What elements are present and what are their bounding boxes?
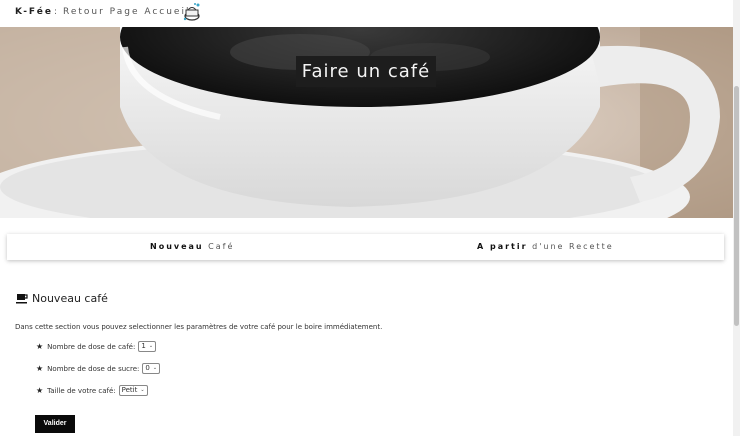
brand-name[interactable]: K-Fée (15, 7, 53, 17)
coffee-machine-logo-icon[interactable] (181, 1, 203, 23)
tab-new-bold: Nouveau (150, 242, 204, 251)
dose-sucre-select[interactable]: 0 ⌄ (142, 363, 161, 374)
validate-button[interactable]: Valider (35, 415, 75, 433)
field-label: Taille de votre café: (47, 386, 116, 395)
dose-cafe-select[interactable]: 1 ⌄ (138, 341, 157, 352)
tab-new-coffee[interactable]: Nouveau Café (150, 242, 234, 251)
star-icon: ★ (36, 342, 44, 351)
hero-banner: Faire un café (0, 27, 733, 218)
select-value: 1 (141, 342, 146, 350)
star-icon: ★ (36, 386, 44, 395)
hero-title: Faire un café (296, 56, 436, 87)
taille-select[interactable]: Petit ⌄ (118, 385, 148, 396)
top-navbar: K-Fée : Retour Page Accueil (0, 0, 733, 27)
chevron-down-icon: ⌄ (152, 365, 158, 371)
field-dose-sucre: ★ Nombre de dose de sucre: 0 ⌄ (36, 363, 161, 374)
tab-from-recipe[interactable]: A partir d'une Recette (477, 242, 614, 251)
vertical-scrollbar[interactable] (733, 0, 740, 436)
star-icon: ★ (36, 364, 44, 373)
select-value: 0 (145, 364, 150, 372)
tab-recipe-rest: d'une Recette (532, 242, 614, 251)
field-label: Nombre de dose de café: (47, 342, 136, 351)
home-link[interactable]: Retour Page Accueil (63, 7, 190, 17)
section-intro: Dans cette section vous pouvez selection… (15, 323, 383, 331)
tab-new-rest: Café (208, 242, 235, 251)
section-heading: Nouveau café (16, 292, 108, 305)
tab-recipe-bold: A partir (477, 242, 528, 251)
coffee-cup-icon (16, 294, 28, 304)
chevron-down-icon: ⌄ (148, 343, 154, 349)
tab-bar: Nouveau Café A partir d'une Recette (7, 234, 724, 260)
select-value: Petit (121, 386, 138, 394)
nav-separator: : (54, 7, 58, 17)
scrollbar-thumb[interactable] (734, 86, 739, 326)
section-title: Nouveau café (32, 292, 108, 305)
field-taille: ★ Taille de votre café: Petit ⌄ (36, 385, 148, 396)
field-dose-cafe: ★ Nombre de dose de café: 1 ⌄ (36, 341, 157, 352)
chevron-down-icon: ⌄ (140, 387, 145, 393)
field-label: Nombre de dose de sucre: (47, 364, 140, 373)
